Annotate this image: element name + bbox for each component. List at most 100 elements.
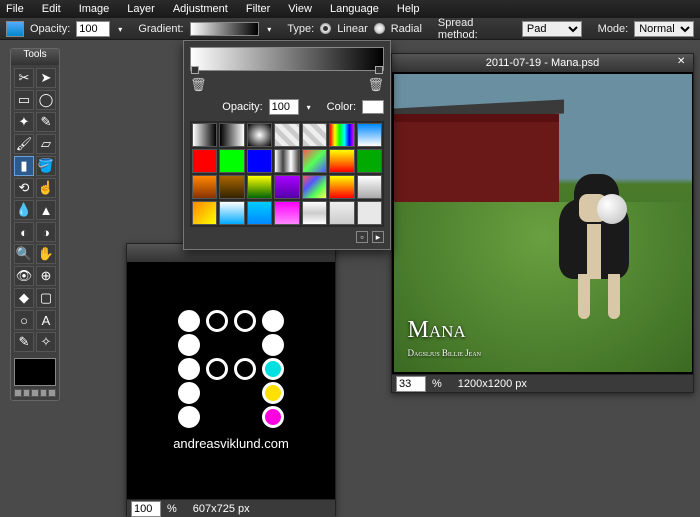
tool-rect[interactable]: ▢: [36, 288, 56, 308]
menu-help[interactable]: Help: [397, 3, 420, 15]
tool-smudge[interactable]: ☝: [36, 178, 56, 198]
gradient-preview[interactable]: [190, 22, 260, 36]
gradient-preset-27[interactable]: [357, 201, 382, 225]
tool-eye[interactable]: 👁: [14, 266, 34, 286]
spread-select[interactable]: Pad: [522, 21, 582, 37]
gradient-preset-23[interactable]: [247, 201, 272, 225]
type-label: Type:: [287, 23, 314, 35]
tool-marquee[interactable]: ▭: [14, 90, 34, 110]
zoom-input[interactable]: [396, 376, 426, 392]
tool-move[interactable]: ➤: [36, 68, 56, 88]
mode-label: Mode:: [598, 23, 629, 35]
tool-crop[interactable]: ✂: [14, 68, 34, 88]
gradient-preset-2[interactable]: [247, 123, 272, 147]
gradient-preset-8[interactable]: [219, 149, 244, 173]
gradient-preset-18[interactable]: [302, 175, 327, 199]
gradient-preset-10[interactable]: [274, 149, 299, 173]
image-caption: Mana: [408, 317, 466, 344]
popup-opacity-dropdown[interactable]: [305, 101, 311, 113]
tool-blur[interactable]: 💧: [14, 200, 34, 220]
tool-clone[interactable]: ⟲: [14, 178, 34, 198]
popup-color-swatch[interactable]: [362, 100, 384, 114]
tool-wand[interactable]: ✦: [14, 112, 34, 132]
gradient-preset-15[interactable]: [219, 175, 244, 199]
tool-type[interactable]: A: [36, 310, 56, 330]
tool-zoom[interactable]: 🔍: [14, 244, 34, 264]
opacity-input[interactable]: [76, 21, 110, 37]
canvas-content: Mana Dagsljus Billie Jean: [394, 74, 692, 372]
toolbox-panel: Tools ✂➤▭◯✦✎🖌▱▮🪣⟲☝💧▲◐◑🔍✋👁⊕◆▢○A✎✧: [10, 48, 60, 401]
tool-fill[interactable]: 🪣: [36, 156, 56, 176]
menu-layer[interactable]: Layer: [127, 3, 155, 15]
tool-shape[interactable]: ◆: [14, 288, 34, 308]
gradient-preset-7[interactable]: [192, 149, 217, 173]
popup-color-label: Color:: [327, 101, 356, 113]
radio-linear-label: Linear: [337, 23, 368, 35]
tool-tool25[interactable]: ✎: [14, 332, 34, 352]
tool-ellipse[interactable]: ○: [14, 310, 34, 330]
gradient-preset-11[interactable]: [302, 149, 327, 173]
trash-icon[interactable]: 🗑: [190, 77, 207, 93]
toolbox-title: Tools: [11, 49, 59, 65]
tool-lasso[interactable]: ◯: [36, 90, 56, 110]
gradient-preset-21[interactable]: [192, 201, 217, 225]
menu-file[interactable]: File: [6, 3, 24, 15]
tool-dodge[interactable]: ◐: [14, 222, 34, 242]
mini-swatches[interactable]: [14, 389, 56, 397]
popup-opacity-input[interactable]: [269, 99, 299, 115]
tool-pencil[interactable]: ✎: [36, 112, 56, 132]
tool-hand[interactable]: ✋: [36, 244, 56, 264]
gradient-preset-20[interactable]: [357, 175, 382, 199]
gradient-preset-17[interactable]: [274, 175, 299, 199]
menu-view[interactable]: View: [288, 3, 312, 15]
gradient-preset-5[interactable]: [329, 123, 354, 147]
tool-eraser[interactable]: ▱: [36, 134, 56, 154]
trash-icon-2[interactable]: 🗑: [367, 77, 384, 93]
opacity-dropdown[interactable]: [116, 23, 122, 35]
zoom-input[interactable]: [131, 501, 161, 517]
menu-adjustment[interactable]: Adjustment: [173, 3, 228, 15]
gradient-preset-1[interactable]: [219, 123, 244, 147]
image-subcaption: Dagsljus Billie Jean: [408, 348, 482, 358]
gradient-preset-24[interactable]: [274, 201, 299, 225]
gradient-preset-25[interactable]: [302, 201, 327, 225]
gradient-preset-19[interactable]: [329, 175, 354, 199]
radio-radial[interactable]: [374, 23, 385, 34]
gradient-preset-3[interactable]: [274, 123, 299, 147]
gradient-preset-6[interactable]: [357, 123, 382, 147]
gradient-dropdown[interactable]: [265, 23, 271, 35]
close-icon[interactable]: ✕: [677, 56, 689, 68]
opacity-label: Opacity:: [30, 23, 70, 35]
tool-burn[interactable]: ◑: [36, 222, 56, 242]
gradient-ramp[interactable]: [190, 47, 384, 71]
gradient-preset-22[interactable]: [219, 201, 244, 225]
gradient-preset-4[interactable]: [302, 123, 327, 147]
tool-tool26[interactable]: ✧: [36, 332, 56, 352]
gradient-preset-0[interactable]: [192, 123, 217, 147]
tool-swatch[interactable]: [6, 21, 24, 37]
foreground-color[interactable]: [14, 358, 56, 386]
mode-select[interactable]: Normal: [634, 21, 694, 37]
doc-titlebar[interactable]: 2011-07-19 - Mana.psd ✕: [392, 54, 693, 72]
gradient-preset-14[interactable]: [192, 175, 217, 199]
popup-opacity-label: Opacity:: [222, 101, 262, 113]
menu-language[interactable]: Language: [330, 3, 379, 15]
gradient-preset-9[interactable]: [247, 149, 272, 173]
menu-image[interactable]: Image: [79, 3, 110, 15]
gradient-preset-16[interactable]: [247, 175, 272, 199]
tool-gradient[interactable]: ▮: [14, 156, 34, 176]
preset-menu-icon[interactable]: ▸: [372, 231, 384, 243]
menubar: File Edit Image Layer Adjustment Filter View La…: [0, 0, 700, 18]
document-window-logo: andreasviklund.com % 607x725 px: [126, 243, 336, 516]
gradient-preset-26[interactable]: [329, 201, 354, 225]
gradient-preset-12[interactable]: [329, 149, 354, 173]
gradient-preset-13[interactable]: [357, 149, 382, 173]
menu-edit[interactable]: Edit: [42, 3, 61, 15]
new-preset-icon[interactable]: ▫: [356, 231, 368, 243]
menu-filter[interactable]: Filter: [246, 3, 270, 15]
tool-picker[interactable]: ⊕: [36, 266, 56, 286]
radio-linear[interactable]: [320, 23, 331, 34]
document-window-mana: 2011-07-19 - Mana.psd ✕ Mana Dagsljus Bi…: [391, 53, 694, 393]
tool-brush[interactable]: 🖌: [14, 134, 34, 154]
tool-sharpen[interactable]: ▲: [36, 200, 56, 220]
